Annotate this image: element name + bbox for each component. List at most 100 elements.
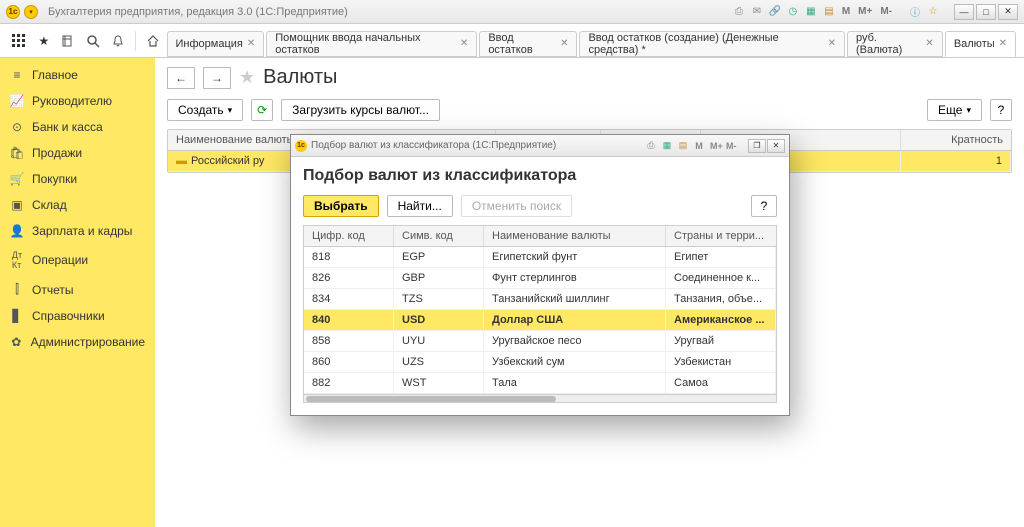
sidebar: ≡Главное 📈Руководителю ⊙Банк и касса 🛍Пр… — [0, 58, 155, 527]
close-icon[interactable]: ✕ — [560, 38, 568, 49]
top-toolbar: ★ Информация✕ Помощник ввода начальных о… — [0, 24, 1024, 58]
memory-mplus-button[interactable]: M+ — [708, 141, 722, 151]
tab-currencies[interactable]: Валюты✕ — [945, 31, 1016, 57]
sidebar-item-main[interactable]: ≡Главное — [0, 62, 155, 88]
menu-icon: ≡ — [10, 68, 24, 82]
clock-icon[interactable]: ◷ — [786, 5, 800, 19]
table-row[interactable]: 818EGPЕгипетский фунтЕгипет — [304, 247, 776, 268]
find-button[interactable]: Найти... — [387, 195, 453, 217]
create-button[interactable]: Создать ▾ — [167, 99, 243, 121]
page-title: Валюты — [263, 66, 337, 89]
col-num[interactable]: Цифр. код — [304, 226, 394, 246]
bars-icon: ⫿ — [10, 282, 24, 297]
col-name[interactable]: Наименование валюты — [484, 226, 666, 246]
dialog-help-button[interactable]: ? — [751, 195, 777, 217]
table-row[interactable]: 826GBPФунт стерлинговСоединенное к... — [304, 268, 776, 289]
basket-icon: 🛒 — [10, 172, 24, 186]
back-button[interactable]: ← — [167, 67, 195, 89]
apps-icon[interactable] — [8, 29, 31, 53]
table-header: Цифр. код Симв. код Наименование валюты … — [304, 226, 776, 247]
favorites-icon[interactable]: ★ — [33, 29, 56, 53]
tab-balance-create[interactable]: Ввод остатков (создание) (Денежные средс… — [579, 31, 845, 57]
ledger-icon: ДтКт — [10, 250, 24, 270]
close-button[interactable]: ✕ — [998, 4, 1018, 20]
maximize-button[interactable]: □ — [976, 4, 996, 20]
book-icon: ▋ — [10, 309, 24, 323]
currency-classifier-dialog: 1c Подбор валют из классификатора (1С:Пр… — [290, 134, 790, 416]
tab-balance-entry[interactable]: Ввод остатков✕ — [479, 31, 577, 57]
sidebar-item-warehouse[interactable]: ▣Склад — [0, 192, 155, 218]
favorite-toggle-icon[interactable]: ★ — [239, 67, 255, 88]
sidebar-item-reports[interactable]: ⫿Отчеты — [0, 276, 155, 303]
sidebar-item-admin[interactable]: ✿Администрирование — [0, 329, 155, 355]
col-mult[interactable]: Кратность — [901, 130, 1011, 150]
close-icon[interactable]: ✕ — [925, 38, 933, 49]
money-icon: ⊙ — [10, 120, 24, 134]
dialog-restore-button[interactable]: ❐ — [748, 139, 766, 153]
search-icon[interactable] — [82, 29, 105, 53]
home-icon[interactable] — [142, 29, 165, 53]
calendar-icon[interactable]: ▤ — [676, 140, 690, 151]
row-icon: ▬ — [176, 155, 187, 167]
calc-icon[interactable]: ▦ — [804, 5, 818, 19]
sidebar-item-sales[interactable]: 🛍Продажи — [0, 140, 155, 166]
person-icon: 👤 — [10, 224, 24, 238]
close-icon[interactable]: ✕ — [999, 38, 1007, 49]
tab-info[interactable]: Информация✕ — [167, 31, 265, 57]
close-icon[interactable]: ✕ — [828, 38, 836, 49]
bell-icon[interactable] — [106, 29, 129, 53]
sidebar-item-payroll[interactable]: 👤Зарплата и кадры — [0, 218, 155, 244]
sidebar-item-purchases[interactable]: 🛒Покупки — [0, 166, 155, 192]
cancel-find-button[interactable]: Отменить поиск — [461, 195, 572, 217]
memory-mplus-button[interactable]: M+ — [856, 6, 874, 17]
tab-rub-currency[interactable]: руб. (Валюта)✕ — [847, 31, 943, 57]
gear-icon: ✿ — [10, 335, 23, 349]
sidebar-item-bank[interactable]: ⊙Банк и касса — [0, 114, 155, 140]
titlebar: 1c ▾ Бухгалтерия предприятия, редакция 3… — [0, 0, 1024, 24]
col-country[interactable]: Страны и терри... — [666, 226, 776, 246]
forward-button[interactable]: → — [203, 67, 231, 89]
memory-m-button[interactable]: M — [840, 6, 852, 17]
cart-icon: 🛍 — [10, 146, 24, 160]
memory-mminus-button[interactable]: M- — [724, 141, 738, 151]
chart-icon: 📈 — [10, 94, 24, 108]
refresh-button[interactable]: ⟳ — [251, 99, 273, 121]
horizontal-scrollbar[interactable] — [304, 394, 776, 402]
box-icon: ▣ — [10, 198, 24, 212]
select-button[interactable]: Выбрать — [303, 195, 379, 217]
load-rates-button[interactable]: Загрузить курсы валют... — [281, 99, 440, 121]
print-icon[interactable]: ⎙ — [644, 140, 658, 151]
app-title: Бухгалтерия предприятия, редакция 3.0 (1… — [48, 6, 348, 18]
link-icon[interactable]: 🔗 — [768, 5, 782, 19]
col-sym[interactable]: Симв. код — [394, 226, 484, 246]
tab-initial-balance-wizard[interactable]: Помощник ввода начальных остатков✕ — [266, 31, 477, 57]
dialog-window-title: Подбор валют из классификатора (1С:Предп… — [311, 140, 556, 151]
memory-m-button[interactable]: M — [692, 141, 706, 151]
calc-icon[interactable]: ▦ — [660, 140, 674, 151]
dialog-close-button[interactable]: ✕ — [767, 139, 785, 153]
titlebar-icons: ⎙ ✉ 🔗 ◷ ▦ ▤ M M+ M- ⓘ ☆ — [732, 5, 940, 19]
close-icon[interactable]: ✕ — [460, 38, 468, 49]
close-icon[interactable]: ✕ — [247, 38, 255, 49]
table-row[interactable]: 860UZSУзбекский сумУзбекистан — [304, 352, 776, 373]
table-row[interactable]: 834TZSТанзанийский шиллингТанзания, объе… — [304, 289, 776, 310]
help-button[interactable]: ? — [990, 99, 1012, 121]
dropdown-icon[interactable]: ▾ — [24, 5, 38, 19]
minimize-button[interactable]: — — [954, 4, 974, 20]
app-logo-icon: 1c — [295, 140, 307, 152]
history-icon[interactable] — [57, 29, 80, 53]
mail-icon[interactable]: ✉ — [750, 5, 764, 19]
app-logo-icon: 1c — [6, 5, 20, 19]
memory-mminus-button[interactable]: M- — [878, 6, 894, 17]
print-icon[interactable]: ⎙ — [732, 5, 746, 19]
table-row[interactable]: 840USDДоллар СШААмериканское ... — [304, 310, 776, 331]
table-row[interactable]: 858UYUУругвайское песоУругвай — [304, 331, 776, 352]
sidebar-item-operations[interactable]: ДтКтОперации — [0, 244, 155, 276]
sidebar-item-directories[interactable]: ▋Справочники — [0, 303, 155, 329]
info-icon[interactable]: ⓘ — [908, 5, 922, 19]
more-button[interactable]: Еще ▾ — [927, 99, 982, 121]
star-icon[interactable]: ☆ — [926, 5, 940, 19]
sidebar-item-manager[interactable]: 📈Руководителю — [0, 88, 155, 114]
calendar-icon[interactable]: ▤ — [822, 5, 836, 19]
table-row[interactable]: 882WSTТалаСамоа — [304, 373, 776, 394]
